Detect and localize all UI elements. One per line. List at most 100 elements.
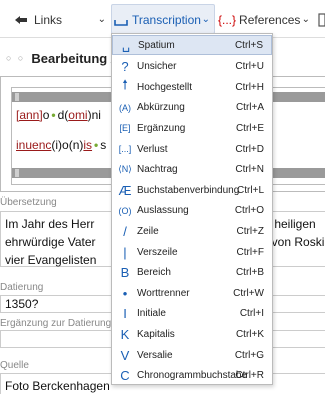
menu-item-shortcut: Ctrl+N <box>235 164 264 176</box>
references-label: References <box>239 12 301 27</box>
menu-item-initiale[interactable]: I Initiale Ctrl+I <box>112 303 272 325</box>
menu-item-shortcut: Ctrl+H <box>235 81 264 93</box>
menu-item-shortcut: Ctrl+O <box>234 205 264 217</box>
menu-item-shortcut: Ctrl+R <box>235 370 264 382</box>
menu-item-shortcut: Ctrl+D <box>235 143 264 155</box>
transcription-segment[interactable]: )ni <box>88 108 101 122</box>
i-icon: I <box>123 306 127 322</box>
menu-item-label: Ergänzung <box>137 122 186 134</box>
abbreviation-icon: (A) <box>119 102 131 113</box>
collapse-dots-icon: ○ ○ <box>6 53 26 63</box>
transcription-segment[interactable]: [ann] <box>16 108 43 122</box>
menu-item-label: Bereich <box>137 267 171 279</box>
document-icon <box>318 12 325 27</box>
menu-item-label: Verszeile <box>137 246 178 258</box>
menu-item-label: Unsicher <box>137 61 177 73</box>
question-icon: ? <box>121 59 129 75</box>
menu-item-verlust[interactable]: [...] Verlust Ctrl+D <box>112 138 272 160</box>
chevron-down-icon: ⌄ <box>201 14 210 25</box>
uebersetzung-label: Übersetzung <box>0 197 57 208</box>
b-icon: B <box>120 265 130 281</box>
menu-item-shortcut: Ctrl+A <box>235 102 264 114</box>
menu-item-bereich[interactable]: B Bereich Ctrl+B <box>112 262 272 284</box>
menu-item-shortcut: Ctrl+L <box>237 184 264 196</box>
transcription-segment[interactable]: d( <box>58 108 69 122</box>
menu-item-shortcut: Ctrl+E <box>235 122 264 134</box>
transcription-segment[interactable]: is <box>83 138 92 152</box>
transcription-segment[interactable]: o <box>43 108 50 122</box>
menu-item-label: Zeile <box>137 225 159 237</box>
menu-item-label: Initiale <box>137 308 166 320</box>
word-separator-dot[interactable]: • <box>51 108 55 122</box>
braces-icon: {...} <box>218 12 237 27</box>
menu-item-ergänzung[interactable]: [E] Ergänzung Ctrl+E <box>112 117 272 139</box>
line-handle-icon <box>15 169 19 177</box>
menu-item-abkürzung[interactable]: (A) Abkürzung Ctrl+A <box>112 97 272 119</box>
spatium-icon <box>114 19 128 26</box>
menu-item-shortcut: Ctrl+G <box>234 349 264 361</box>
menu-item-nachtrag[interactable]: ⟨N⟩ Nachtrag Ctrl+N <box>112 159 272 181</box>
menu-item-kapitalis[interactable]: K Kapitalis Ctrl+K <box>112 323 272 345</box>
menu-item-shortcut: Ctrl+Z <box>236 225 265 237</box>
menu-item-worttrenner[interactable]: • Worttrenner Ctrl+W <box>112 282 272 304</box>
menu-item-buchstabenverbindung[interactable]: Æ Buchstabenverbindung Ctrl+L <box>112 179 272 201</box>
transcription-segment[interactable]: omi <box>68 108 87 122</box>
chevron-down-icon: ⌄ <box>301 14 310 25</box>
bracket-ellipsis-icon: [...] <box>118 144 132 154</box>
dot-icon: • <box>122 285 128 301</box>
transcription-label: Transcription <box>132 12 201 27</box>
menu-item-label: Spatium <box>138 39 175 51</box>
bracket-e-icon: [E] <box>119 123 131 134</box>
quelle-label: Quelle <box>0 360 29 371</box>
word-separator-dot[interactable]: • <box>94 138 98 152</box>
links-label: Links <box>34 12 63 27</box>
menu-item-spatium[interactable]: ␣ Spatium Ctrl+S <box>112 35 272 55</box>
k-icon: K <box>120 326 130 342</box>
spatium-icon: ␣ <box>121 37 131 52</box>
more-icon[interactable] <box>318 9 325 30</box>
ergaenzung-label: Ergänzung zur Datierung <box>0 318 112 329</box>
nachtrag-icon: ⟨N⟩ <box>118 164 132 175</box>
menu-item-verszeile[interactable]: | Verszeile Ctrl+F <box>112 241 272 263</box>
menu-item-shortcut: Ctrl+B <box>235 267 264 279</box>
menu-item-shortcut: Ctrl+W <box>233 287 264 299</box>
menu-item-label: Auslassung <box>137 205 189 217</box>
menu-item-label: Verlust <box>137 143 168 155</box>
transcription-segment[interactable]: s <box>100 138 106 152</box>
menu-item-label: Hochgestellt <box>137 81 193 93</box>
transcription-segment[interactable]: (i)o(n) <box>51 138 83 152</box>
slash-icon: / <box>123 223 127 239</box>
uebersetzung-text-l1a: Im Jahr des Herr <box>5 217 95 231</box>
menu-item-hochgestellt[interactable]: 🠕 Hochgestellt Ctrl+H <box>112 76 272 98</box>
ligature-icon: Æ <box>118 182 132 198</box>
transcription-button[interactable]: Transcription ⌄ <box>114 9 210 30</box>
arrow-up-icon: 🠕 <box>122 77 128 93</box>
menu-item-label: Kapitalis <box>137 328 175 340</box>
uebersetzung-text-l2b: f von Roski <box>265 235 325 249</box>
menu-item-auslassung[interactable]: (O) Auslassung Ctrl+O <box>112 200 272 222</box>
menu-item-unsicher[interactable]: ? Unsicher Ctrl+U <box>112 56 272 78</box>
references-button[interactable]: {...} References ⌄ <box>218 9 310 30</box>
menu-item-shortcut: Ctrl+K <box>235 328 264 340</box>
transcription-segment[interactable]: inuenc <box>16 138 51 152</box>
menu-item-versalie[interactable]: V Versalie Ctrl+G <box>112 344 272 366</box>
menu-item-zeile[interactable]: / Zeile Ctrl+Z <box>112 220 272 242</box>
menu-item-label: Worttrenner <box>137 287 190 299</box>
links-button[interactable]: Links ⌄ <box>14 9 106 30</box>
uebersetzung-text-l2a: ehrwürdige Vater <box>5 235 96 249</box>
menu-item-shortcut: Ctrl+F <box>236 246 265 258</box>
omission-icon: (O) <box>118 205 132 216</box>
editor-line-1[interactable]: [ann]o • d(omi)ni <box>16 108 101 122</box>
page-title: Bearbeitung A <box>31 50 120 66</box>
menu-item-shortcut: Ctrl+U <box>235 61 264 73</box>
link-icon <box>15 15 27 24</box>
menu-item-shortcut: Ctrl+S <box>234 39 263 51</box>
menu-item-label: Buchstabenverbindung <box>137 184 240 196</box>
editor-line-2[interactable]: inuenc(i)o(n)is • s <box>16 138 106 152</box>
menu-item-label: Nachtrag <box>137 164 178 176</box>
menu-item-label: Abkürzung <box>137 102 185 114</box>
line-handle-icon <box>15 93 19 101</box>
menu-item-chronogrammbuchstabe[interactable]: C Chronogrammbuchstabe Ctrl+R <box>112 365 272 387</box>
datierung-label: Datierung <box>0 282 44 293</box>
bar-icon: | <box>123 244 127 260</box>
